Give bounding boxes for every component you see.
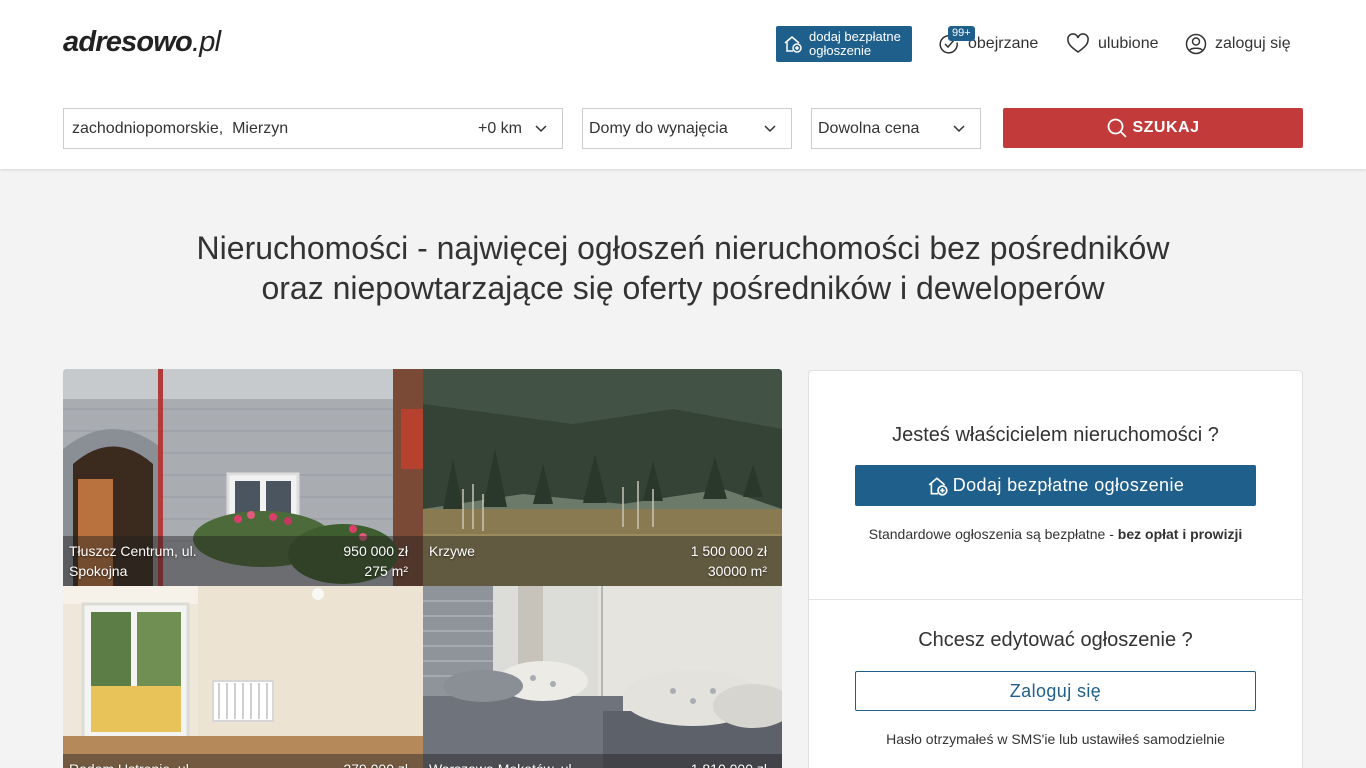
edit-question: Chcesz edytować ogłoszenie ?: [918, 629, 1193, 651]
chevron-down-icon: [535, 125, 547, 133]
hero-heading: Nieruchomości - najwięcej ogłoszeń nieru…: [0, 228, 1366, 308]
free-listing-note: Standardowe ogłoszenia są bezpłatne - be…: [809, 526, 1302, 542]
listing-gallery: Tłuszcz Centrum, ul. Spokojna 950 000 zł…: [63, 369, 782, 768]
listing-tile[interactable]: Tłuszcz Centrum, ul. Spokojna 950 000 zł…: [63, 369, 423, 586]
location-value: zachodniopomorskie, Mierzyn: [72, 119, 289, 137]
house-plus-icon: [928, 476, 948, 496]
house-plus-icon: [784, 36, 802, 53]
nav-seen[interactable]: 99+ obejrzane: [938, 26, 1039, 58]
listing-area: 30000 m²: [707, 563, 767, 579]
logo-main: adresowo: [63, 26, 193, 58]
listing-photo: [423, 586, 782, 768]
listing-price: 1 500 000 zł: [690, 543, 767, 559]
listing-caption: Tłuszcz Centrum, ul. Spokojna 950 000 zł…: [63, 536, 423, 586]
free-note-bold: bez opłat i prowizji: [1117, 526, 1243, 542]
free-note-prefix: Standardowe ogłoszenia są bezpłatne -: [868, 526, 1118, 542]
login-label: zaloguj się: [1215, 35, 1291, 52]
hero-line-2: oraz niepowtarzające się oferty pośredni…: [261, 270, 1105, 306]
listing-location-line1: Krzywe: [429, 543, 475, 559]
password-note: Hasło otrzymałeś w SMS'ie lub ustawiłeś …: [886, 731, 1225, 747]
add-free-listing-label: Dodaj bezpłatne ogłoszenie: [952, 475, 1185, 495]
owner-panel: Jesteś właścicielem nieruchomości ? Doda…: [808, 370, 1303, 768]
listing-tile[interactable]: Radom Ustronie, ul. 279 000 zł: [63, 586, 423, 768]
nav-favorites[interactable]: ulubione: [1066, 30, 1159, 58]
panel-divider: [809, 599, 1302, 600]
add-listing-label-line2: ogłoszenie: [809, 43, 872, 58]
search-icon: [1108, 118, 1128, 138]
radius-value[interactable]: +0 km: [478, 120, 522, 138]
logo-tld: .pl: [191, 26, 221, 58]
listing-tile[interactable]: Warszawa Mokotów, ul. 1 810 000 zł: [423, 586, 782, 768]
price-value: Dowolna cena: [818, 119, 920, 137]
listing-location: Warszawa Mokotów, ul.: [429, 759, 629, 768]
price-select[interactable]: Dowolna cena: [811, 108, 981, 149]
chevron-down-icon: [953, 125, 965, 133]
user-circle-icon: [1185, 33, 1207, 55]
login-button-label: Zaloguj się: [1009, 680, 1102, 701]
search-button[interactable]: SZUKAJ: [1003, 108, 1303, 148]
add-listing-label-line1: dodaj bezpłatne: [809, 29, 901, 44]
listing-location: Krzywe: [429, 541, 629, 561]
listing-area: 275 m²: [364, 563, 408, 579]
add-listing-button[interactable]: dodaj bezpłatne ogłoszenie: [776, 26, 912, 62]
listing-price: 279 000 zł: [343, 759, 408, 768]
location-select[interactable]: zachodniopomorskie, Mierzyn +0 km: [63, 108, 563, 149]
heart-icon: [1067, 33, 1089, 53]
nav-login[interactable]: zaloguj się: [1185, 30, 1291, 58]
favorites-label: ulubione: [1098, 35, 1159, 52]
property-type-value: Domy do wynajęcia: [589, 119, 728, 137]
listing-location: Radom Ustronie, ul.: [69, 759, 269, 768]
listing-price: 950 000 zł: [343, 543, 408, 559]
listing-location-line2: Spokojna: [69, 563, 128, 579]
listing-caption: Krzywe 1 500 000 zł 30000 m²: [423, 536, 782, 586]
listing-caption: Radom Ustronie, ul. 279 000 zł: [63, 754, 423, 768]
site-logo[interactable]: adresowo.pl: [63, 26, 221, 59]
listing-caption: Warszawa Mokotów, ul. 1 810 000 zł: [423, 754, 782, 768]
hero-line-1: Nieruchomości - najwięcej ogłoszeń nieru…: [196, 230, 1170, 266]
listing-location: Tłuszcz Centrum, ul. Spokojna: [69, 541, 269, 581]
listing-location-line1: Radom Ustronie, ul.: [69, 759, 269, 768]
chevron-down-icon: [764, 125, 776, 133]
search-button-label: SZUKAJ: [1132, 119, 1200, 136]
listing-tile[interactable]: Krzywe 1 500 000 zł 30000 m²: [423, 369, 782, 586]
seen-label: obejrzane: [968, 35, 1039, 52]
listing-location-line1: Warszawa Mokotów, ul.: [429, 759, 629, 768]
listing-price: 1 810 000 zł: [691, 759, 767, 768]
listing-photo: [63, 586, 423, 768]
login-button[interactable]: Zaloguj się: [855, 671, 1256, 711]
property-type-select[interactable]: Domy do wynajęcia: [582, 108, 792, 149]
add-free-listing-button[interactable]: Dodaj bezpłatne ogłoszenie: [855, 465, 1256, 506]
site-header: adresowo.pl dodaj bezpłatne ogłoszenie 9…: [0, 0, 1366, 169]
owner-question: Jesteś właścicielem nieruchomości ?: [892, 424, 1219, 446]
listing-location-line1: Tłuszcz Centrum, ul.: [69, 543, 197, 559]
seen-badge: 99+: [948, 26, 975, 41]
